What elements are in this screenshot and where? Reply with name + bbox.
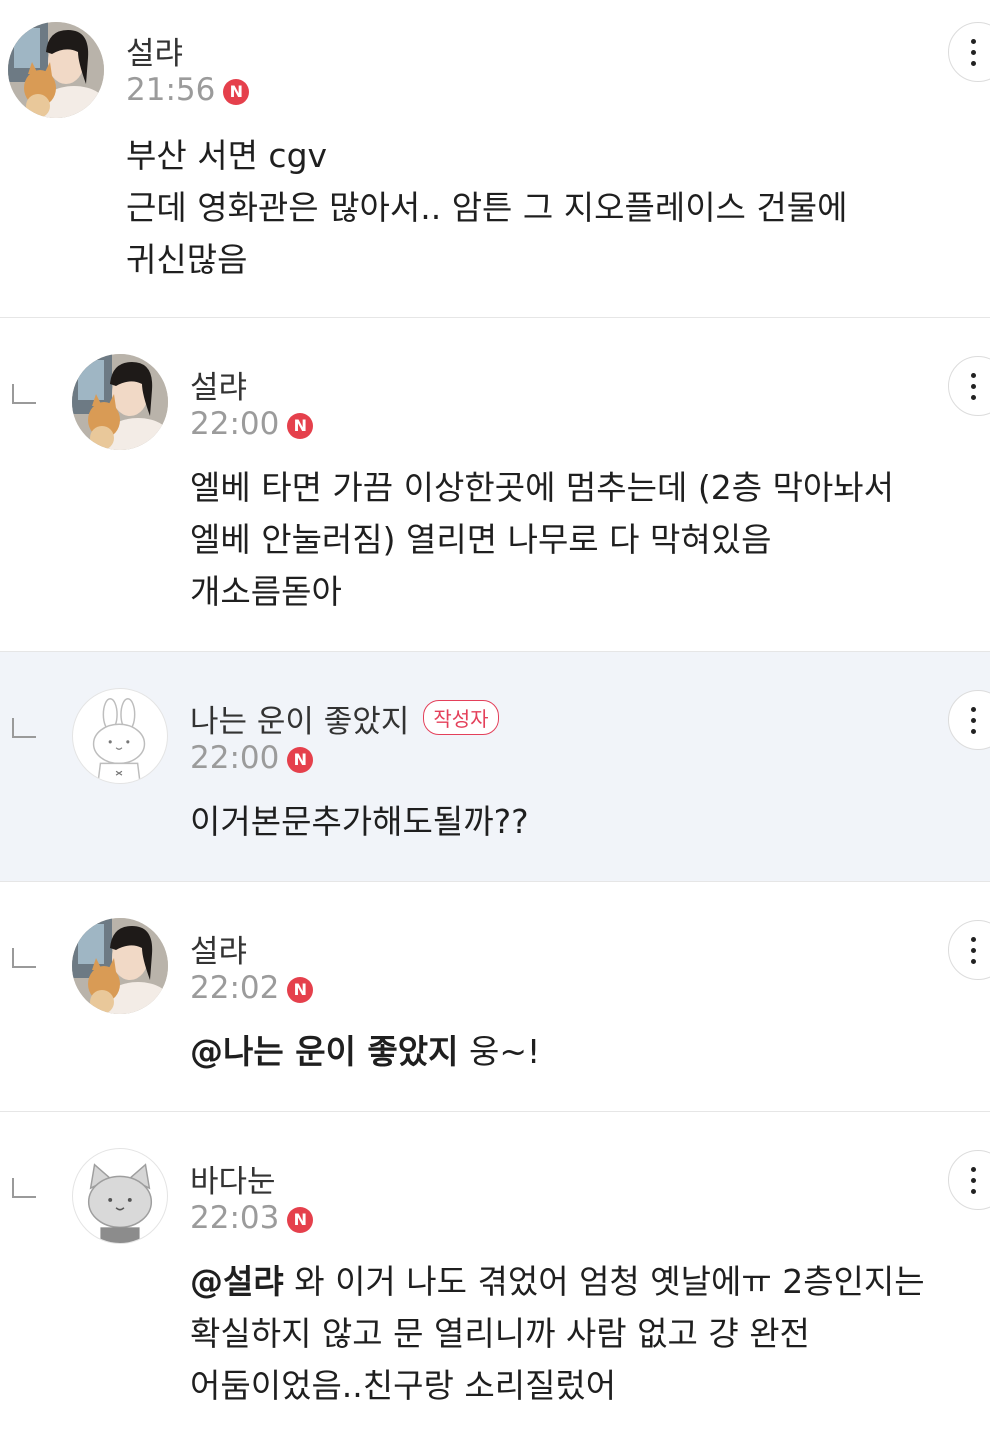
comment-body: @나는 운이 좋았지 웅~! xyxy=(190,1032,541,1071)
more-options-button[interactable] xyxy=(948,356,990,416)
reply-arrow-icon xyxy=(12,1178,36,1198)
avatar[interactable] xyxy=(72,918,168,1014)
more-options-button[interactable] xyxy=(948,1150,990,1210)
reply-item: 설랴 22:00 N 엘베 타면 가끔 이상한곳에 멈추는데 (2층 막아놔서 엘… xyxy=(0,318,990,652)
comment-time: 22:00 N xyxy=(190,406,314,442)
comment-body: 부산 서면 cgv 근데 영화관은 많아서.. 암튼 그 지오플레이스 건물에 … xyxy=(126,136,848,279)
comment-author[interactable]: 설랴 xyxy=(126,28,183,73)
cat-icon xyxy=(87,1163,153,1243)
reply-arrow-icon xyxy=(12,718,36,738)
more-options-button[interactable] xyxy=(948,690,990,750)
more-vertical-icon xyxy=(969,937,977,965)
reply-arrow-icon xyxy=(12,384,36,404)
comment-body: 엘베 타면 가끔 이상한곳에 멈추는데 (2층 막아놔서 엘베 안눌러짐) 열리… xyxy=(190,468,895,611)
more-vertical-icon xyxy=(969,1167,977,1195)
comment-body: @설랴 와 이거 나도 겪었어 엄청 옛날에ㅠ 2층인지는 확실하지 않고 문 … xyxy=(190,1262,925,1405)
new-badge: N xyxy=(287,977,314,1003)
comment-item: 설랴 21:56 N 부산 서면 cgv 근데 영화관은 많아서.. 암튼 그 지… xyxy=(0,0,990,318)
comment-time: 21:56 N xyxy=(126,72,250,108)
comment-time: 22:03 N xyxy=(190,1200,314,1236)
new-badge: N xyxy=(223,79,250,105)
comment-time: 22:00 N xyxy=(190,740,314,776)
reply-item: 바다눈 22:03 N @설랴 와 이거 나도 겪었어 엄청 옛날에ㅠ 2층인지는… xyxy=(0,1112,990,1431)
more-vertical-icon xyxy=(969,707,977,735)
mention-link[interactable]: @나는 운이 좋았지 xyxy=(190,1032,459,1071)
comment-author[interactable]: 나는 운이 좋았지 작성자 xyxy=(190,696,499,741)
comment-body: 이거본문추가해도될까?? xyxy=(190,802,529,841)
comment-author[interactable]: 설랴 xyxy=(190,362,247,407)
comment-author[interactable]: 바다눈 xyxy=(190,1156,276,1201)
comment-time: 22:02 N xyxy=(190,970,314,1006)
comment-author[interactable]: 설랴 xyxy=(190,926,247,971)
avatar[interactable] xyxy=(8,22,104,118)
new-badge: N xyxy=(287,413,314,439)
reply-arrow-icon xyxy=(12,948,36,968)
user-photo-icon xyxy=(72,354,168,450)
rabbit-icon xyxy=(92,698,146,780)
more-vertical-icon xyxy=(969,373,977,401)
new-badge: N xyxy=(287,1207,314,1233)
more-options-button[interactable] xyxy=(948,22,990,82)
new-badge: N xyxy=(287,747,314,773)
mention-link[interactable]: @설랴 xyxy=(190,1262,284,1301)
reply-item: 설랴 22:02 N @나는 운이 좋았지 웅~! xyxy=(0,882,990,1112)
user-photo-icon xyxy=(72,918,168,1014)
avatar[interactable] xyxy=(72,354,168,450)
author-badge: 작성자 xyxy=(423,700,499,735)
user-photo-icon xyxy=(8,22,104,118)
reply-item: 나는 운이 좋았지 작성자 22:00 N 이거본문추가해도될까?? xyxy=(0,652,990,882)
avatar[interactable] xyxy=(72,688,168,784)
more-vertical-icon xyxy=(969,39,977,67)
more-options-button[interactable] xyxy=(948,920,990,980)
avatar[interactable] xyxy=(72,1148,168,1244)
